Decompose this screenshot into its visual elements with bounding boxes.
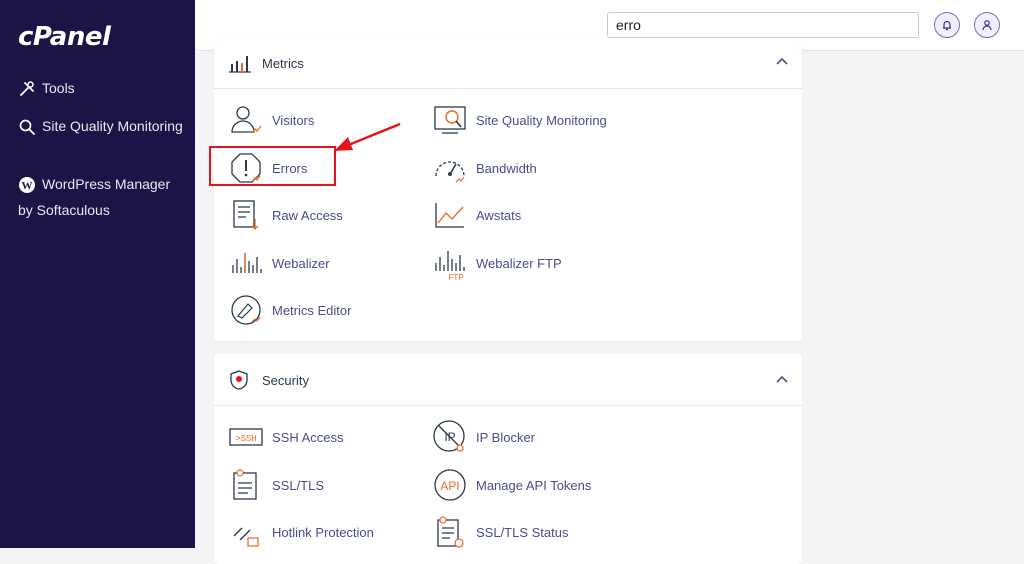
security-panel: Security >SSH SSH Access SSL/TLS Hotlink…	[214, 354, 802, 564]
shield-icon	[230, 370, 248, 390]
tool-hotlink-protection[interactable]: Hotlink Protection	[228, 514, 374, 550]
user-icon	[982, 20, 992, 31]
svg-text:W: W	[22, 180, 33, 192]
sidebar-item-site-quality[interactable]: Site Quality Monitoring	[18, 113, 188, 139]
ssh-icon: >SSH	[229, 428, 263, 446]
tool-raw-access[interactable]: Raw Access	[228, 197, 343, 233]
sidebar-item-wordpress[interactable]: W WordPress Manager by Softaculous	[18, 171, 188, 223]
ip-blocker-icon: IP	[433, 420, 465, 452]
metrics-icon	[229, 56, 251, 73]
tool-metrics-editor[interactable]: Metrics Editor	[228, 292, 351, 328]
raw-access-icon	[233, 200, 259, 230]
cpanel-logo[interactable]: cPanel	[18, 22, 111, 52]
tool-bandwidth[interactable]: Bandwidth	[432, 150, 537, 186]
tool-label: Webalizer FTP	[476, 255, 562, 271]
tool-label: Webalizer	[272, 255, 330, 271]
sidebar-item-tools[interactable]: Tools	[18, 75, 75, 101]
tool-webalizer[interactable]: Webalizer	[228, 245, 330, 281]
tool-manage-api-tokens[interactable]: API Manage API Tokens	[432, 467, 591, 503]
chevron-up-icon[interactable]	[776, 375, 788, 383]
hotlink-icon	[233, 527, 259, 547]
tool-label: SSH Access	[272, 429, 344, 445]
visitors-icon	[231, 106, 262, 134]
metrics-panel-header[interactable]: Metrics	[214, 40, 802, 89]
metrics-panel: Metrics Visitors Errors Raw Access Webal…	[214, 40, 802, 341]
tool-label: Awstats	[476, 207, 522, 223]
tool-label: Bandwidth	[476, 160, 537, 176]
tool-label: Manage API Tokens	[476, 477, 592, 493]
tool-webalizer-ftp[interactable]: FTP Webalizer FTP	[432, 245, 562, 281]
webalizer-ftp-icon: FTP	[435, 251, 465, 281]
tool-ssl-tls[interactable]: SSL/TLS	[228, 467, 324, 503]
tool-label: Raw Access	[272, 207, 343, 223]
tool-site-quality-monitoring[interactable]: Site Quality Monitoring	[432, 102, 607, 138]
svg-text:>SSH: >SSH	[235, 434, 257, 444]
annotation-arrow-icon	[334, 122, 401, 151]
user-menu-button[interactable]	[974, 12, 1000, 38]
metrics-editor-icon	[231, 295, 261, 325]
tools-icon	[20, 81, 34, 97]
wordpress-icon: W	[19, 177, 35, 194]
ssl-icon	[233, 469, 257, 500]
chevron-up-icon[interactable]	[776, 57, 788, 65]
search-input[interactable]	[607, 12, 919, 38]
sidebar-item-label: Site Quality Monitoring	[42, 118, 183, 134]
notifications-button[interactable]	[934, 12, 960, 38]
awstats-icon	[435, 203, 464, 228]
svg-text:FTP: FTP	[448, 273, 463, 281]
webalizer-icon	[232, 253, 262, 273]
tool-label: SSL/TLS	[272, 477, 325, 493]
security-title: Security	[262, 373, 309, 388]
tool-ssh-access[interactable]: >SSH SSH Access	[228, 419, 344, 455]
tool-awstats[interactable]: Awstats	[432, 197, 521, 233]
tool-label: Metrics Editor	[272, 302, 352, 318]
svg-text:IP: IP	[444, 430, 455, 444]
tool-ssl-tls-status[interactable]: SSL/TLS Status	[432, 514, 569, 550]
bell-icon	[943, 20, 951, 31]
api-icon: API	[434, 469, 466, 501]
tool-visitors[interactable]: Visitors	[228, 102, 314, 138]
sidebar: cPanel Tools Site Quality Monitoring W W…	[0, 0, 195, 548]
tool-label: Visitors	[272, 112, 315, 128]
security-panel-header[interactable]: Security	[214, 354, 802, 406]
svg-text:API: API	[440, 479, 459, 493]
sidebar-item-label: WordPress Manager by Softaculous	[18, 176, 171, 218]
metrics-title: Metrics	[262, 56, 304, 71]
sidebar-item-label: Tools	[42, 80, 75, 96]
ssl-status-icon	[437, 516, 464, 548]
tool-label: Hotlink Protection	[272, 524, 374, 540]
tool-label: Site Quality Monitoring	[476, 112, 607, 128]
tool-label: SSL/TLS Status	[476, 524, 569, 540]
search-icon	[19, 119, 35, 136]
tool-ip-blocker[interactable]: IP IP Blocker	[432, 419, 535, 455]
tool-label: IP Blocker	[476, 429, 536, 445]
bandwidth-icon	[435, 161, 465, 183]
site-quality-icon	[434, 106, 466, 134]
errors-highlight-box	[209, 146, 336, 186]
